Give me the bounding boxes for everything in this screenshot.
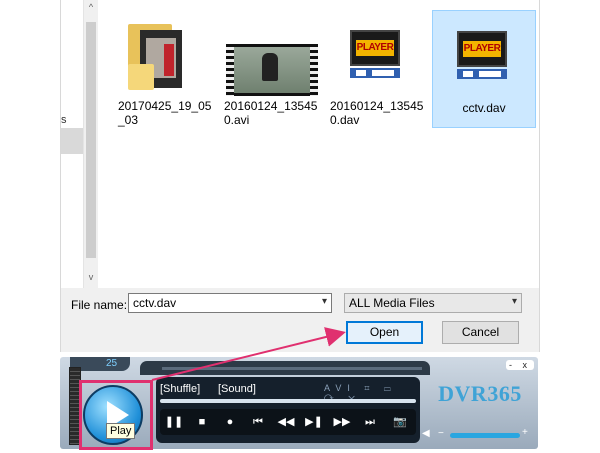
annotation-arrow xyxy=(151,327,346,381)
